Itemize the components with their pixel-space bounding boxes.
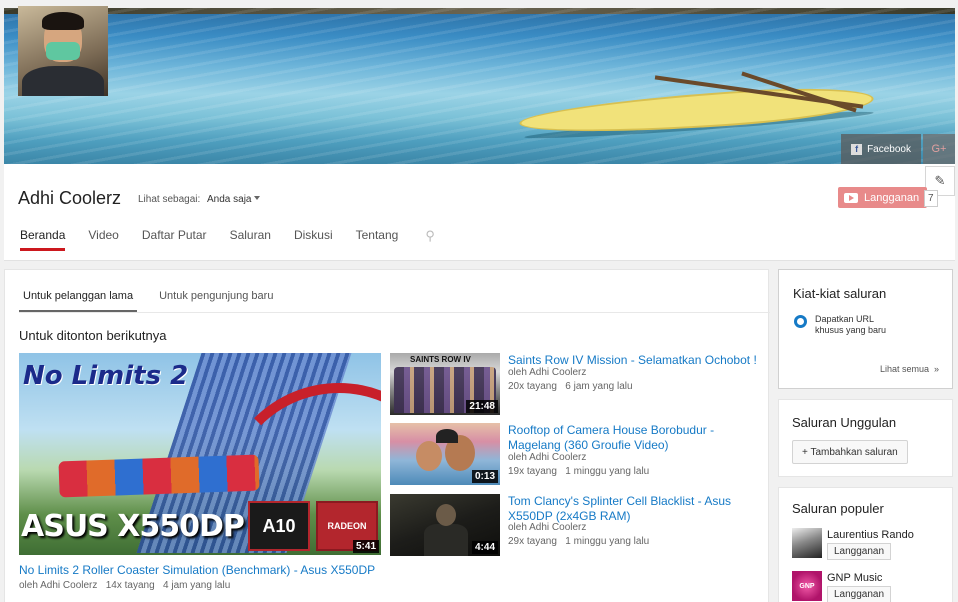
video-title[interactable]: Saints Row IV Mission - Selamatkan Ochob…	[508, 353, 758, 368]
channel-tips-card: Kiat-kiat saluran Dapatkan URL khusus ya…	[778, 269, 953, 389]
video-meta: 19x tayang 1 minggu yang lalu	[508, 466, 649, 477]
channel-tabs: Beranda Video Daftar Putar Saluran Disku…	[20, 228, 435, 251]
video-age: 1 minggu yang lalu	[565, 536, 650, 547]
card-title: Saluran Unggulan	[792, 415, 897, 430]
featured-video-thumbnail[interactable]: No Limits 2 ASUS X550DP A10 RADEON 5:41	[19, 353, 381, 555]
add-channel-button[interactable]: + Tambahkan saluran	[792, 440, 908, 464]
video-meta: 20x tayang 6 jam yang lalu	[508, 381, 633, 392]
card-title: Kiat-kiat saluran	[793, 286, 887, 301]
video-age: 4 jam yang lalu	[163, 580, 231, 591]
view-as-value: Anda saja	[207, 194, 252, 205]
channel-name[interactable]: Adhi Coolerz	[18, 188, 121, 209]
popular-channels-card: Saluran populer Laurentius Rando Langgan…	[778, 487, 953, 602]
card-title: Saluran populer	[792, 501, 884, 516]
social-links: f Facebook G+	[841, 134, 955, 164]
featured-video-meta: oleh Adhi Coolerz 14x tayang 4 jam yang …	[19, 580, 230, 591]
video-views: 29x tayang	[508, 536, 557, 547]
thumb-title-text: No Limits 2	[23, 361, 189, 391]
facebook-link[interactable]: f Facebook	[841, 134, 921, 164]
thumb-text: SAINTS ROW IV	[410, 355, 471, 364]
video-author: oleh Adhi Coolerz	[508, 367, 587, 378]
popular-channel-item: Laurentius Rando Langganan	[792, 528, 942, 564]
tab-saluran[interactable]: Saluran	[230, 228, 271, 251]
video-duration: 5:41	[352, 540, 379, 553]
video-thumbnail[interactable]: 0:13	[390, 423, 500, 485]
featured-channels-card: Saluran Unggulan + Tambahkan saluran	[778, 399, 953, 477]
main-content: Untuk pelanggan lama Untuk pengunjung ba…	[4, 269, 770, 602]
youtube-play-icon	[844, 192, 858, 203]
google-plus-icon: G+	[931, 143, 947, 155]
see-all-link[interactable]: Lihat semua »	[880, 364, 939, 374]
video-duration: 21:48	[466, 400, 498, 413]
video-title[interactable]: Tom Clancy's Splinter Cell Blacklist - A…	[508, 494, 758, 524]
channel-avatar[interactable]: GNP	[792, 571, 822, 601]
subscribe-button[interactable]: Langganan	[827, 586, 892, 602]
tab-tentang[interactable]: Tentang	[356, 228, 399, 251]
chevron-down-icon	[254, 196, 261, 203]
tab-diskusi[interactable]: Diskusi	[294, 228, 333, 251]
view-as-dropdown[interactable]: Anda saja	[207, 194, 261, 205]
banner-water	[4, 8, 955, 164]
search-icon[interactable]: ⚲	[425, 228, 435, 251]
audience-tabs: Untuk pelanggan lama Untuk pengunjung ba…	[19, 282, 770, 313]
subscriber-count: 7	[924, 190, 938, 207]
video-duration: 4:44	[471, 541, 498, 554]
tab-returning-subscribers[interactable]: Untuk pelanggan lama	[19, 282, 138, 312]
view-as-label: Lihat sebagai:	[138, 194, 201, 205]
video-duration: 0:13	[471, 470, 498, 483]
popular-channel-name[interactable]: Laurentius Rando	[827, 529, 914, 541]
section-title: Untuk ditonton berikutnya	[19, 328, 167, 343]
video-item: 4:44 Tom Clancy's Splinter Cell Blacklis…	[390, 494, 760, 558]
video-meta: 29x tayang 1 minggu yang lalu	[508, 536, 649, 547]
video-item: SAINTS ROW IV 21:48 Saints Row IV Missio…	[390, 353, 760, 417]
see-all-label: Lihat semua	[879, 364, 929, 374]
video-author: oleh Adhi Coolerz	[19, 580, 98, 591]
pencil-icon: ✎	[934, 173, 946, 188]
tab-new-visitors[interactable]: Untuk pengunjung baru	[155, 282, 277, 312]
video-views: 19x tayang	[508, 466, 557, 477]
video-thumbnail[interactable]: SAINTS ROW IV 21:48	[390, 353, 500, 415]
popular-channel-name[interactable]: GNP Music	[827, 572, 882, 584]
amd-a10-badge: A10	[248, 501, 310, 551]
tab-daftar-putar[interactable]: Daftar Putar	[142, 228, 207, 251]
tab-beranda[interactable]: Beranda	[20, 228, 66, 251]
tab-video[interactable]: Video	[88, 228, 118, 251]
channel-header: Adhi Coolerz Lihat sebagai: Anda saja ✎ …	[4, 164, 955, 261]
subscribe-label: Langganan	[864, 191, 920, 204]
video-thumbnail[interactable]: 4:44	[390, 494, 500, 556]
video-age: 6 jam yang lalu	[565, 381, 633, 392]
video-item: 0:13 Rooftop of Camera House Borobudur -…	[390, 423, 760, 487]
facebook-label: Facebook	[867, 143, 911, 155]
video-age: 1 minggu yang lalu	[565, 466, 650, 477]
google-plus-link[interactable]: G+	[923, 134, 955, 164]
video-views: 20x tayang	[508, 381, 557, 392]
channel-avatar[interactable]	[18, 6, 108, 96]
video-views: 14x tayang	[105, 580, 155, 591]
featured-video-title[interactable]: No Limits 2 Roller Coaster Simulation (B…	[19, 563, 375, 577]
popular-channel-item: GNP GNP Music Langganan	[792, 571, 942, 602]
channel-avatar[interactable]	[792, 528, 822, 558]
double-chevron-right-icon: »	[931, 364, 939, 374]
facebook-icon: f	[851, 143, 863, 155]
video-author: oleh Adhi Coolerz	[508, 522, 587, 533]
video-author: oleh Adhi Coolerz	[508, 452, 587, 463]
channel-banner: f Facebook G+	[4, 8, 955, 164]
tip-radio-icon[interactable]	[794, 315, 807, 328]
tip-item[interactable]: Dapatkan URL khusus yang baru	[815, 314, 895, 336]
subscribe-button[interactable]: Langganan	[838, 187, 928, 208]
video-title[interactable]: Rooftop of Camera House Borobudur - Mage…	[508, 423, 758, 453]
thumb-brand-text: ASUS X550DP	[21, 509, 245, 544]
subscribe-button[interactable]: Langganan	[827, 543, 892, 560]
